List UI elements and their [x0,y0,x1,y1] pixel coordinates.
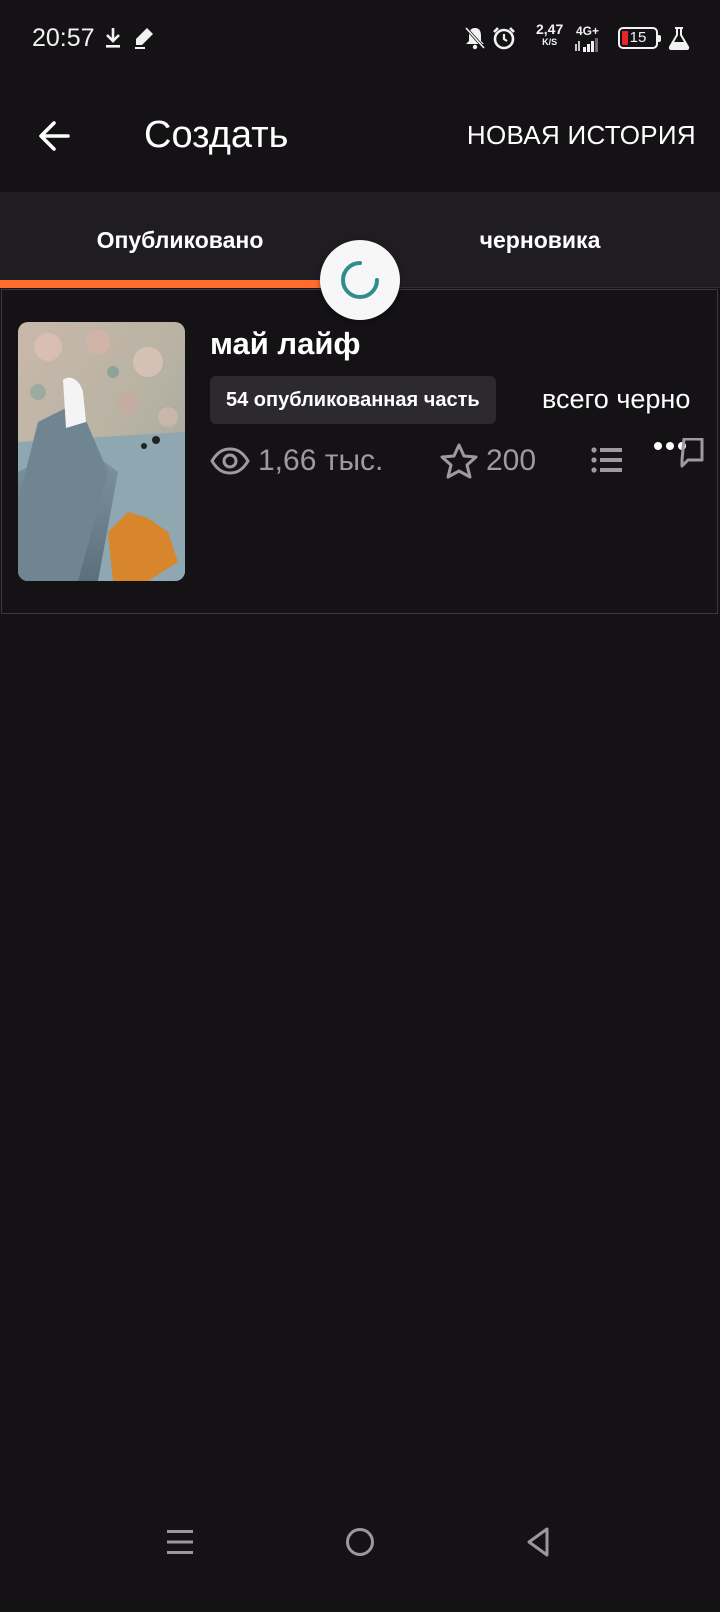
battery-level: 15 [629,29,647,46]
network-type: 4G+ [576,25,599,37]
list-icon [591,447,622,473]
comments-button[interactable] [654,437,704,482]
recent-apps-button[interactable] [150,1512,210,1572]
eye-icon [210,447,250,475]
tab-drafts-label: черновика [479,226,601,253]
table-of-contents-button[interactable] [590,441,624,481]
spinner-icon [341,261,379,299]
cover-photo [18,322,185,581]
tab-published-label: Опубликовано [96,226,264,253]
tab-indicator [0,280,360,288]
story-title[interactable]: май лайф [210,326,361,362]
views-stat: 1,66 тыс. [210,440,383,482]
bell-off-icon [464,26,486,55]
alarm-icon [492,26,516,55]
signal-icon [574,38,598,57]
system-nav-bar [0,1482,720,1612]
status-time: 20:57 [32,24,95,52]
published-parts-badge: 54 опубликованная часть [210,376,496,424]
arrow-left-icon [39,121,70,151]
star-icon [440,443,478,479]
pen-icon [133,26,155,55]
status-bar: 20:57 2,47 K/S 4G+ 15 [0,0,720,80]
system-back-button[interactable] [508,1512,568,1572]
net-speed-unit: K/S [542,37,558,47]
votes-stat: 200 [440,440,536,482]
comment-icon [654,437,704,468]
app-bar: Создать НОВАЯ ИСТОРИЯ [0,80,720,192]
loading-spinner [320,240,400,320]
net-speed: 2,47 K/S [536,21,564,49]
home-circle-icon [346,1528,374,1556]
network-type-label: 4G+ [576,24,600,38]
flask-icon [668,26,690,55]
download-icon [103,26,123,55]
back-triangle-icon [527,1527,549,1557]
story-card[interactable]: май лайф 54 опубликованная часть всего ч… [1,289,718,614]
home-button[interactable] [330,1512,390,1572]
views-count: 1,66 тыс. [258,444,384,477]
page-title: Создать [144,114,289,156]
battery-icon: 15 [618,27,661,49]
menu-icon [167,1530,193,1554]
net-speed-value: 2,47 [536,21,564,37]
tab-drafts[interactable]: черновика [360,192,720,288]
drafts-total: всего черно [542,384,691,414]
tab-published[interactable]: Опубликовано [0,192,360,288]
votes-count: 200 [486,444,537,477]
new-story-button[interactable]: НОВАЯ ИСТОРИЯ [467,120,696,151]
back-button[interactable] [30,112,78,160]
story-cover-image[interactable] [18,322,185,581]
